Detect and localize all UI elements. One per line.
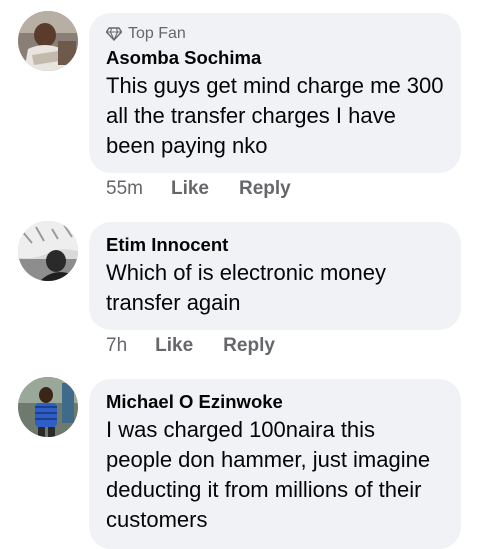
avatar-photo xyxy=(18,221,78,281)
avatar[interactable] xyxy=(18,377,78,437)
reply-button[interactable]: Reply xyxy=(239,178,291,200)
comment-actions: 7h Like Reply xyxy=(106,335,275,357)
comment-actions: 55m Like Reply xyxy=(106,178,291,200)
like-button[interactable]: Like xyxy=(171,178,209,200)
diamond-icon xyxy=(106,27,122,41)
badge-label: Top Fan xyxy=(128,25,186,42)
avatar-photo xyxy=(18,11,78,71)
reply-button[interactable]: Reply xyxy=(223,335,275,357)
author-name[interactable]: Michael O Ezinwoke xyxy=(106,390,445,414)
timestamp[interactable]: 7h xyxy=(106,335,127,357)
comment-bubble: Michael O Ezinwoke I was charged 100nair… xyxy=(89,379,461,549)
like-button[interactable]: Like xyxy=(155,335,193,357)
comment-text: Which of is electronic money transfer ag… xyxy=(106,260,386,315)
comment-bubble: Top Fan Asomba Sochima This guys get min… xyxy=(89,13,461,173)
comment-text: I was charged 100naira this people don h… xyxy=(106,417,431,532)
avatar-photo xyxy=(18,377,78,437)
author-name[interactable]: Asomba Sochima xyxy=(106,46,445,70)
comment-text: This guys get mind charge me 300 all the… xyxy=(106,73,444,158)
timestamp[interactable]: 55m xyxy=(106,178,143,200)
avatar[interactable] xyxy=(18,221,78,281)
comment-bubble: Etim Innocent Which of is electronic mon… xyxy=(89,222,461,330)
top-fan-badge: Top Fan xyxy=(106,24,445,44)
avatar[interactable] xyxy=(18,11,78,71)
author-name[interactable]: Etim Innocent xyxy=(106,233,445,257)
